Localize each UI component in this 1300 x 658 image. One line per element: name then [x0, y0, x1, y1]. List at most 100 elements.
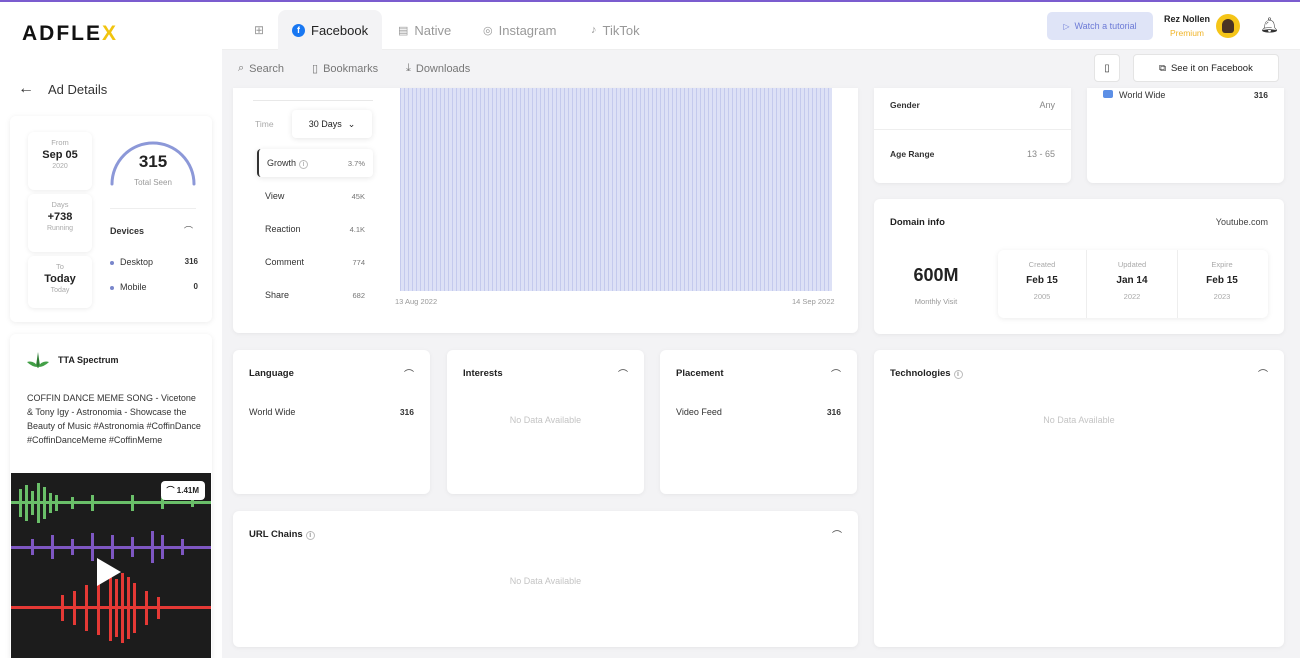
download-icon: ⤓ [406, 62, 411, 74]
ad-description: COFFIN DANCE MEME SONG - Vicetone & Tony… [27, 393, 201, 445]
metric-view[interactable]: View 45K [257, 182, 373, 210]
tab-instagram[interactable]: ◎ Instagram [469, 10, 570, 50]
bell-icon[interactable]: 🔔︎ [1260, 16, 1279, 34]
total-seen-label: Total Seen [134, 178, 172, 187]
eye-icon: ⌒ [166, 486, 175, 495]
app-logo[interactable]: ADFLEX [22, 22, 118, 46]
total-seen-value: 315 [138, 152, 168, 171]
to-date-box: To Today Today [28, 256, 92, 308]
audience-card: Gender Any Age Range 13 - 65 [874, 88, 1071, 183]
advertiser-logo-icon [27, 352, 49, 368]
sub-nav-bar: ⌕ Search ▯ Bookmarks ⤓ Downloads ▯ ⧉ See it… [222, 50, 1300, 88]
metric-share[interactable]: Share 682 [257, 281, 373, 309]
devices-title: Devices [110, 226, 145, 236]
advertiser-row[interactable]: TTA Spectrum [26, 350, 119, 370]
monthly-visit-value: 600M [913, 265, 959, 285]
ad-video-player[interactable]: ⌒ 1.41M [11, 473, 211, 658]
url-chains-title: URL Chains i [249, 529, 315, 540]
back-arrow-icon: ← [18, 80, 34, 97]
region-row: World Wide 316 [1103, 90, 1268, 100]
eye-icon[interactable]: ⌒ [1258, 366, 1268, 381]
updated-date: Updated Jan 14 2022 [1116, 260, 1148, 301]
from-date-box: From Sep 05 2020 [28, 132, 92, 190]
play-icon[interactable] [97, 558, 121, 586]
eye-icon[interactable]: ⌒ [404, 366, 414, 381]
divider [874, 129, 1071, 130]
eye-icon[interactable]: ⌒ [831, 366, 841, 381]
search-icon: ⌕ [238, 62, 245, 74]
placement-row: Video Feed 316 [676, 407, 841, 417]
advertiser-name: TTA Spectrum [58, 355, 119, 365]
tab-tiktok[interactable]: ♪ TikTok [577, 10, 654, 50]
placement-card: Placement ⌒ Video Feed 316 [660, 350, 857, 494]
language-title: Language [249, 368, 294, 379]
info-icon: i [305, 531, 315, 540]
metric-comment[interactable]: Comment 774 [257, 248, 373, 276]
see-on-facebook-button[interactable]: ⧉ See it on Facebook [1133, 54, 1279, 82]
monthly-visit-label: Monthly Visit [914, 297, 958, 306]
play-icon: ▷ [1063, 21, 1070, 31]
created-date: Created Feb 15 2005 [1026, 260, 1058, 301]
divider [110, 208, 196, 209]
subtab-downloads[interactable]: ⤓ Downloads [406, 62, 470, 75]
tab-facebook[interactable]: f Facebook [278, 10, 383, 50]
eye-icon[interactable]: ⌒ [184, 224, 193, 237]
bookmark-icon: ▯ [1104, 62, 1110, 74]
views-badge: ⌒ 1.41M [160, 481, 205, 500]
gender-row: Gender Any [890, 100, 1055, 110]
info-icon: i [953, 370, 963, 379]
avatar[interactable] [1216, 14, 1240, 38]
technologies-empty: No Data Available [1043, 415, 1115, 425]
interests-title: Interests [463, 368, 503, 379]
back-button[interactable]: ← Ad Details [18, 80, 107, 98]
eye-icon[interactable]: ⌒ [832, 527, 842, 542]
divider [253, 100, 373, 101]
region-card: World Wide 316 [1087, 88, 1284, 183]
bookmark-button[interactable]: ▯ [1094, 54, 1120, 82]
watch-tutorial-button[interactable]: ▷ Watch a tutorial [1047, 12, 1153, 40]
age-range-row: Age Range 13 - 65 [890, 149, 1055, 159]
top-bar: ⊞ f Facebook ▤ Native ◎ Instagram ♪ TikT… [222, 2, 1300, 50]
interests-card: Interests ⌒ No Data Available [447, 350, 644, 494]
domain-name[interactable]: Youtube.com [1216, 217, 1268, 227]
time-range-select[interactable]: 30 Days ⌄ [292, 110, 372, 138]
engagement-card: Time 30 Days ⌄ Growth i 3.7% View 45K Rea… [233, 88, 858, 333]
url-chains-card: URL Chains i ⌒ No Data Available [233, 511, 858, 647]
chart-start-date: 13 Aug 2022 [395, 297, 438, 306]
external-link-icon: ⧉ [1159, 62, 1166, 74]
ad-stats-card: From Sep 05 2020 Days +738 Running To To… [10, 116, 212, 322]
info-icon: i [299, 159, 309, 169]
sidebar: ADFLEX ← Ad Details From Sep 05 2020 Day… [0, 2, 222, 658]
days-running-box: Days +738 Running [28, 194, 92, 252]
chart-end-date: 14 Sep 2022 [792, 297, 835, 306]
metric-growth[interactable]: Growth i 3.7% [257, 149, 373, 177]
instagram-icon: ◎ [483, 24, 493, 37]
eye-icon[interactable]: ⌒ [618, 366, 628, 381]
page-title: Ad Details [48, 81, 108, 97]
language-row: World Wide 316 [249, 407, 414, 417]
advertiser-card: TTA Spectrum COFFIN DANCE MEME SONG - Vi… [10, 334, 212, 658]
subtab-bookmarks[interactable]: ▯ Bookmarks [312, 62, 378, 76]
flag-icon [1103, 90, 1113, 98]
technologies-card: Technologies i ⌒ No Data Available [874, 350, 1284, 647]
grid-menu-button[interactable]: ⊞ [240, 10, 278, 50]
user-name[interactable]: Rez Nollen [1164, 14, 1210, 24]
expire-date: Expire Feb 15 2023 [1206, 260, 1238, 301]
device-row-mobile: Mobile 0 [110, 282, 198, 292]
growth-chart-area[interactable] [400, 88, 832, 291]
bookmark-icon: ▯ [312, 63, 319, 75]
language-card: Language ⌒ World Wide 316 [233, 350, 430, 494]
metric-reaction[interactable]: Reaction 4.1K [257, 215, 373, 243]
chevron-down-icon: ⌄ [347, 118, 356, 129]
device-row-desktop: Desktop 316 [110, 257, 198, 267]
url-chains-empty: No Data Available [509, 576, 582, 586]
subtab-search[interactable]: ⌕ Search [238, 62, 284, 75]
interests-empty: No Data Available [509, 415, 582, 425]
time-label: Time [255, 119, 274, 129]
user-tier: Premium [1170, 28, 1205, 38]
tiktok-icon: ♪ [591, 24, 597, 36]
domain-info-card: Domain info Youtube.com 600M Monthly Vis… [874, 199, 1284, 334]
placement-title: Placement [676, 368, 724, 379]
divider [1086, 250, 1087, 318]
tab-native[interactable]: ▤ Native [384, 10, 465, 50]
